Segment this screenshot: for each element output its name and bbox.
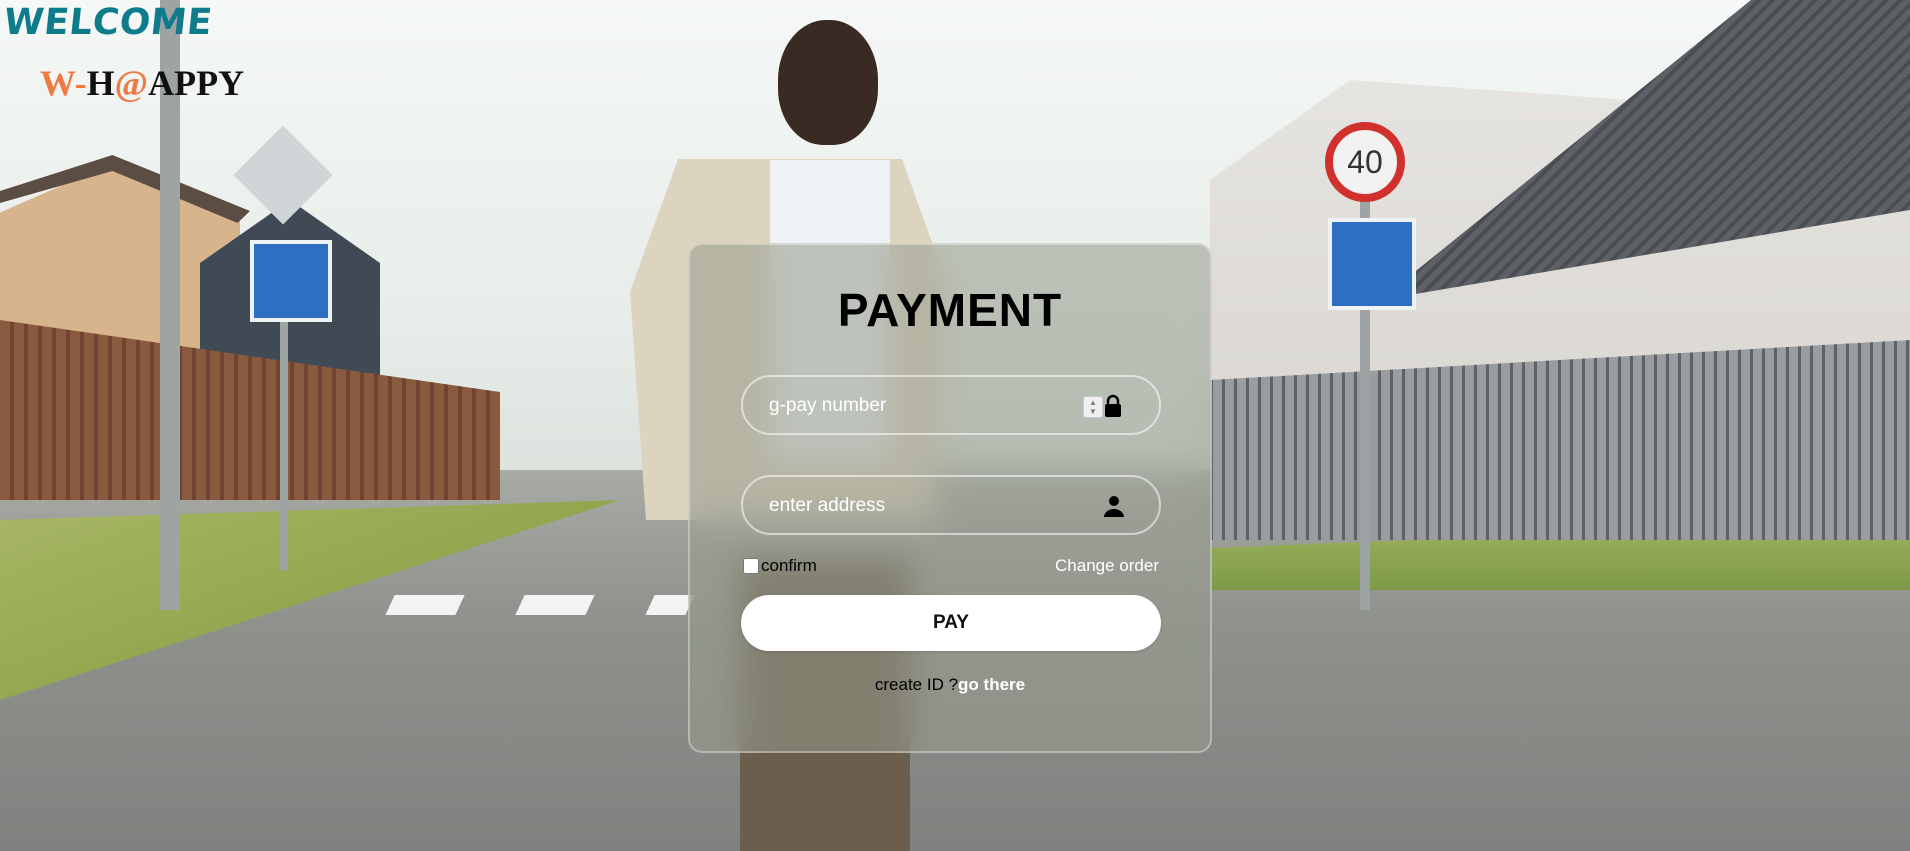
gpay-number-input[interactable]	[767, 377, 1071, 435]
speed-limit-sign: 40	[1325, 122, 1405, 202]
confirm-label: confirm	[761, 556, 817, 575]
crosswalk-sign-right	[1328, 218, 1416, 310]
spinner-down-icon[interactable]: ▼	[1089, 408, 1097, 416]
pay-button[interactable]: PAY	[741, 595, 1161, 651]
confirm-checkbox[interactable]	[743, 558, 759, 574]
confirm-option[interactable]: confirm	[741, 556, 817, 576]
address-field[interactable]	[741, 475, 1161, 535]
change-order-link[interactable]: Change order	[1055, 556, 1159, 576]
speed-limit-value: 40	[1347, 144, 1383, 180]
payment-card: PAYMENT ▲ ▼ confirm Change order PAY	[688, 243, 1212, 753]
welcome-heading: WELCOME	[1, 2, 215, 43]
page-background: 40 WELCOME W-H@APPY PAYMENT ▲ ▼	[0, 0, 1910, 851]
crosswalk-stripes	[385, 595, 695, 615]
address-input[interactable]	[767, 477, 1071, 535]
logo-w: W-	[40, 63, 87, 103]
crosswalk-sign-left	[250, 240, 332, 322]
create-id-row: create ID ?go there	[690, 675, 1210, 695]
logo-rest: APPY	[148, 63, 245, 103]
logo-at: @	[114, 63, 149, 103]
gpay-number-field[interactable]: ▲ ▼	[741, 375, 1161, 435]
brand-logo: W-H@APPY	[40, 62, 244, 104]
logo-h: H	[86, 63, 115, 103]
payment-title: PAYMENT	[837, 284, 1063, 336]
create-id-text: create ID ?	[874, 675, 959, 694]
go-there-link[interactable]: go there	[958, 675, 1025, 694]
spinner-up-icon[interactable]: ▲	[1089, 399, 1097, 407]
lock-icon	[1105, 394, 1121, 417]
user-icon	[1104, 496, 1124, 517]
number-spinner[interactable]: ▲ ▼	[1083, 396, 1103, 418]
person-head	[778, 20, 878, 145]
